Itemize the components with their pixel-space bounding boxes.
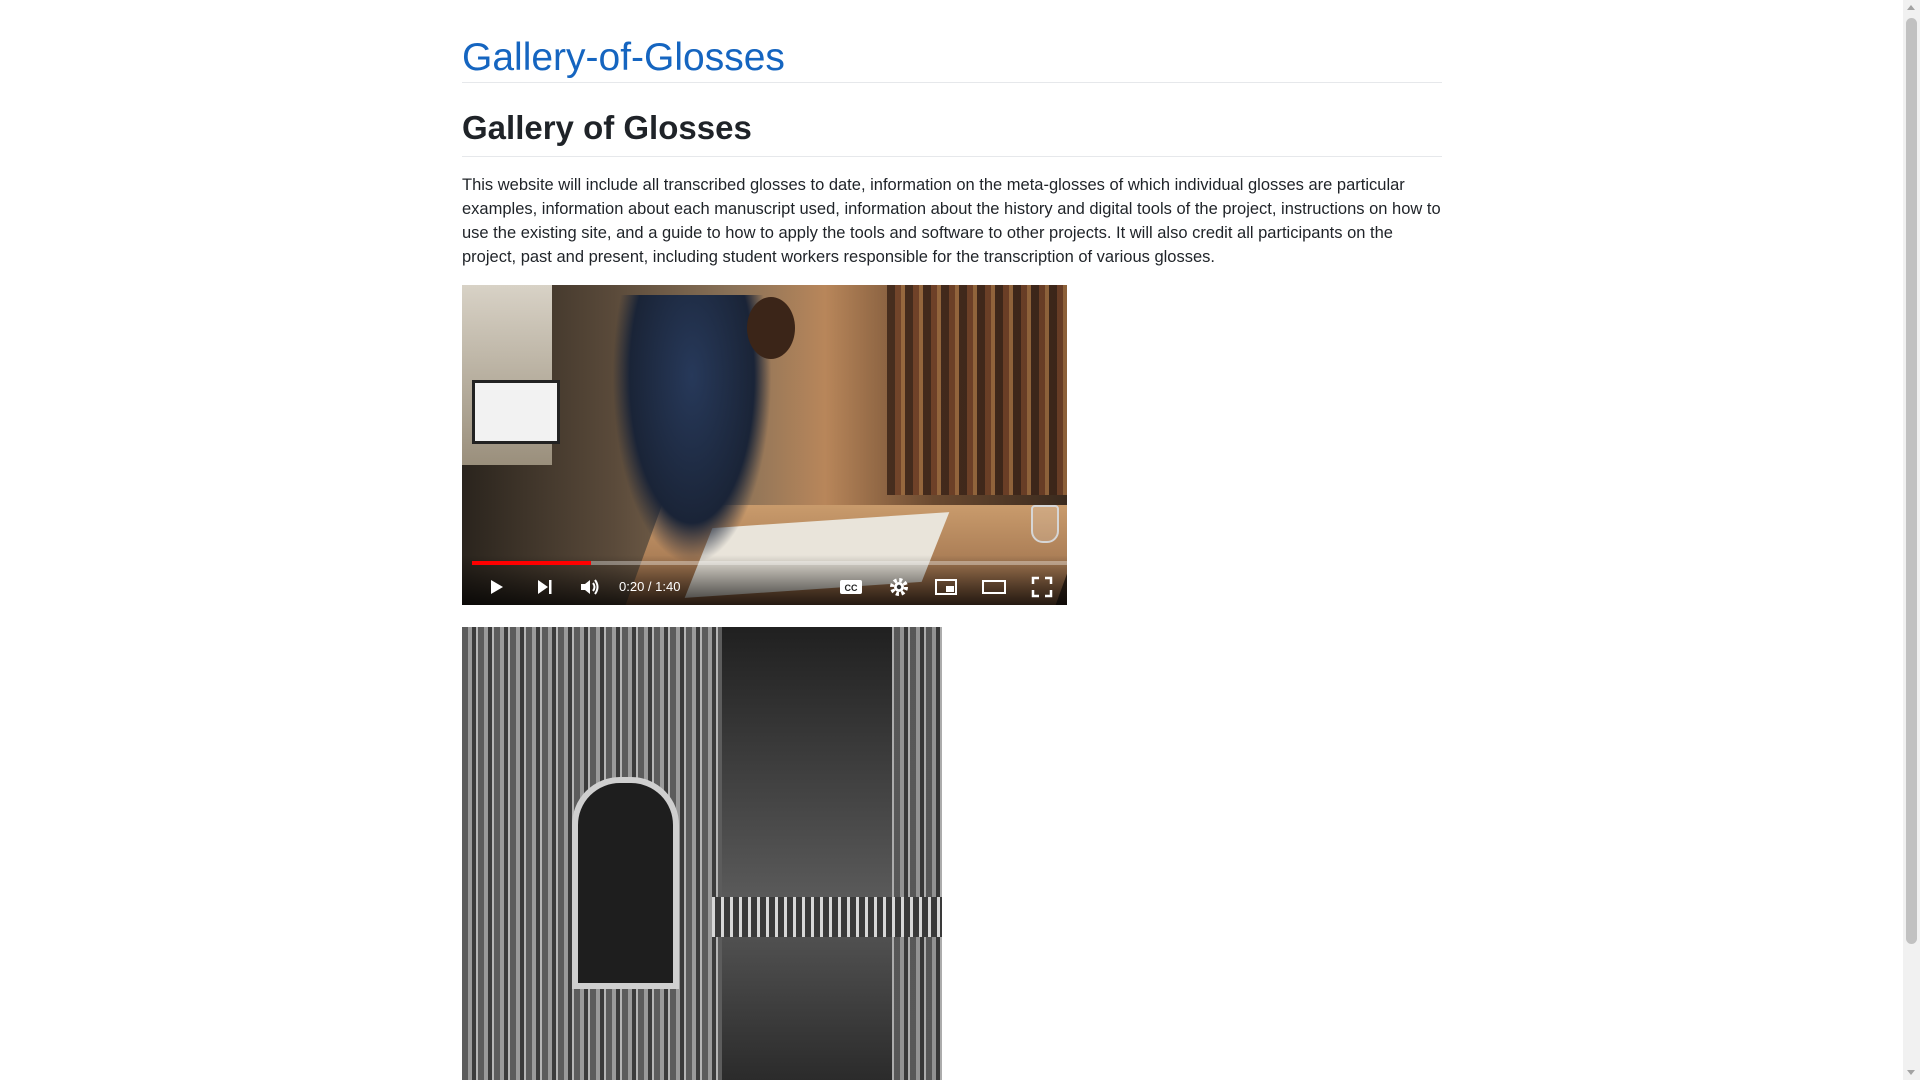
image-arch (572, 777, 679, 989)
title-divider (462, 156, 1442, 157)
site-title-link[interactable]: Gallery-of-Glosses (462, 34, 1442, 82)
video-controls: 0:20 / 1:40 CC (462, 555, 1067, 605)
video-scene-bookshelf (887, 285, 1067, 495)
video-progress-bar[interactable] (472, 561, 1067, 565)
page-title: Gallery of Glosses (462, 109, 752, 146)
scrollbar-thumb[interactable] (1906, 18, 1917, 944)
intro-paragraph: This website will include all transcribe… (462, 176, 1441, 266)
cathedral-interior-image (462, 627, 942, 1080)
svg-text:CC: CC (845, 583, 858, 593)
channel-watermark-icon[interactable] (1031, 505, 1059, 543)
volume-icon[interactable] (576, 573, 604, 601)
settings-icon[interactable] (885, 573, 913, 601)
page-container: Gallery-of-Glosses Gallery of Glosses Th… (462, 0, 1442, 1080)
miniplayer-icon[interactable] (932, 573, 960, 601)
cc-icon[interactable]: CC (837, 573, 865, 601)
video-scene-monitor (472, 380, 560, 444)
theater-icon[interactable] (980, 573, 1008, 601)
video-progress-fill (472, 561, 591, 565)
play-icon[interactable] (482, 573, 510, 601)
fullscreen-icon[interactable] (1028, 573, 1056, 601)
video-scene-head (747, 297, 795, 359)
video-player[interactable]: 0:20 / 1:40 CC (462, 285, 1067, 605)
header-divider (462, 82, 1442, 83)
video-time-display: 0:20 / 1:40 (619, 579, 681, 594)
next-icon[interactable] (530, 573, 558, 601)
scroll-up-icon[interactable] (1907, 5, 1915, 10)
image-hall (722, 627, 892, 1080)
image-railing (712, 897, 942, 937)
scroll-down-icon[interactable] (1907, 1070, 1915, 1075)
page-scrollbar[interactable] (1903, 0, 1920, 1080)
